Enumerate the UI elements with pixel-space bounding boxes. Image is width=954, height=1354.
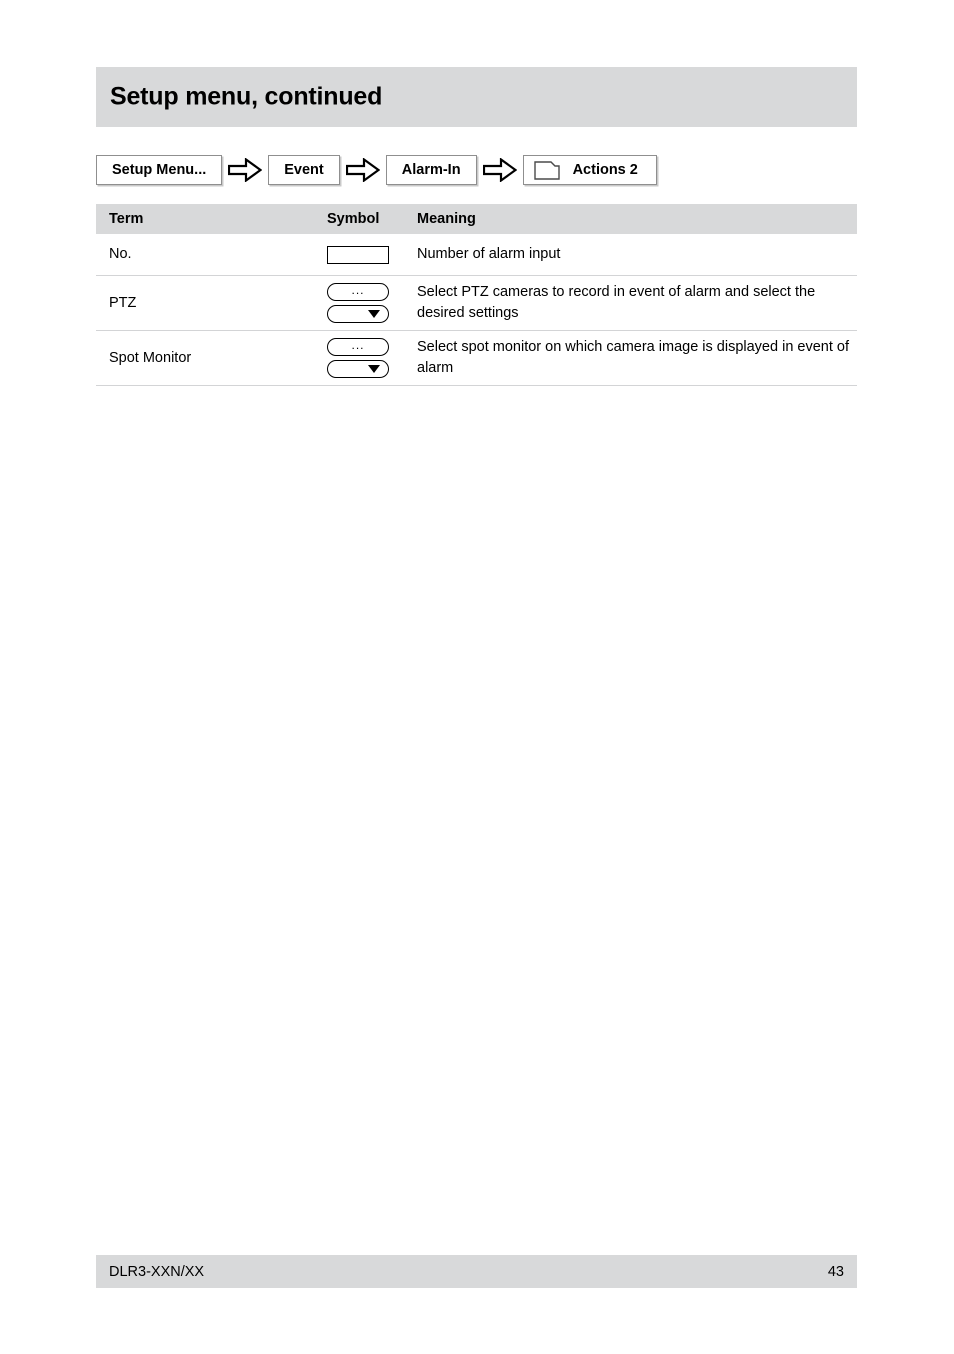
column-header-term: Term <box>109 211 144 227</box>
row-term: PTZ <box>109 294 137 311</box>
table-row: Spot Monitor ... Select spot monitor on … <box>96 331 857 386</box>
row-symbol <box>327 245 417 264</box>
row-meaning: Select spot monitor on which camera imag… <box>417 339 849 376</box>
row-meaning: Number of alarm input <box>417 246 561 262</box>
breadcrumb-item-label: Event <box>284 161 324 178</box>
table-row: PTZ ... Select PTZ cameras to record in … <box>96 276 857 331</box>
breadcrumb-item-actions-2[interactable]: Actions 2 <box>522 155 657 185</box>
breadcrumb-item-label: Alarm-In <box>401 161 461 178</box>
ellipsis-button-symbol-icon: ... <box>327 283 389 301</box>
block-arrow-right-icon <box>222 158 268 182</box>
tab-folder-icon <box>533 160 560 180</box>
table-header-row: Term Symbol Meaning <box>96 204 857 234</box>
column-header-symbol: Symbol <box>327 211 380 227</box>
row-symbol: ... <box>327 338 417 378</box>
row-meaning: Select PTZ cameras to record in event of… <box>417 284 816 321</box>
table-row: No. Number of alarm input <box>96 234 857 276</box>
page-footer-band: DLR3-XXN/XX 43 <box>96 1255 857 1288</box>
page-header-band: Setup menu, continued <box>96 67 857 127</box>
column-header-meaning: Meaning <box>417 211 476 227</box>
text-field-symbol-icon <box>327 245 389 264</box>
chevron-down-icon <box>368 310 380 318</box>
row-symbol: ... <box>327 283 417 323</box>
footer-page-number: 43 <box>827 1263 844 1280</box>
dropdown-select-symbol-icon <box>327 305 389 323</box>
page-title: Setup menu, continued <box>110 82 383 111</box>
dropdown-select-symbol-icon <box>327 360 389 378</box>
breadcrumb-item-label: Setup Menu... <box>112 161 207 178</box>
breadcrumb: Setup Menu... Event Alarm-In Actions 2 <box>96 154 657 186</box>
footer-document-id: DLR3-XXN/XX <box>109 1263 205 1280</box>
chevron-down-icon <box>368 365 380 373</box>
block-arrow-right-icon <box>340 158 386 182</box>
document-page: Setup menu, continued Setup Menu... Even… <box>0 0 954 1354</box>
row-term: Spot Monitor <box>109 349 192 366</box>
ellipsis-button-symbol-icon: ... <box>327 338 389 356</box>
row-term: No. <box>109 246 132 262</box>
breadcrumb-item-label: Actions 2 <box>572 161 638 178</box>
breadcrumb-item-setup-menu[interactable]: Setup Menu... <box>96 155 223 185</box>
symbol-reference-table: Term Symbol Meaning No. Number of alarm … <box>96 204 857 386</box>
breadcrumb-item-alarm-in[interactable]: Alarm-In <box>385 155 477 185</box>
block-arrow-right-icon <box>477 158 523 182</box>
breadcrumb-item-event[interactable]: Event <box>268 155 340 185</box>
